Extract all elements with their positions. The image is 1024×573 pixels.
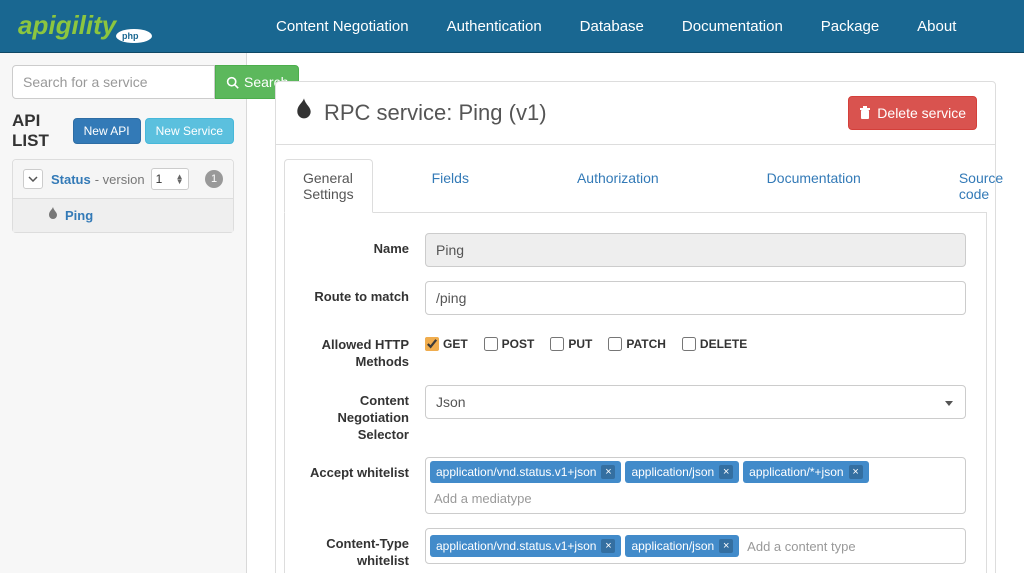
api-version-label: - version xyxy=(95,172,145,187)
nav-database[interactable]: Database xyxy=(580,18,644,35)
method-get-checkbox[interactable] xyxy=(425,337,439,351)
ct-tag: application/json× xyxy=(625,535,739,557)
accept-tag: application/*+json× xyxy=(743,461,868,483)
flame-icon xyxy=(294,98,314,128)
api-name: Status xyxy=(51,172,91,187)
name-label: Name xyxy=(305,233,425,267)
cns-select[interactable]: Json xyxy=(425,385,966,419)
name-input[interactable] xyxy=(425,233,966,267)
version-value: 1 xyxy=(156,172,163,186)
trash-icon xyxy=(859,106,871,120)
method-post[interactable]: POST xyxy=(484,337,535,351)
chevron-down-icon xyxy=(28,176,38,182)
methods-label: Allowed HTTP Methods xyxy=(305,329,425,371)
page-title: RPC service: Ping (v1) xyxy=(294,98,547,128)
new-service-button[interactable]: New Service xyxy=(145,118,234,144)
route-label: Route to match xyxy=(305,281,425,315)
method-put[interactable]: PUT xyxy=(550,337,592,351)
route-input[interactable] xyxy=(425,281,966,315)
ct-tag: application/vnd.status.v1+json× xyxy=(430,535,621,557)
accept-label: Accept whitelist xyxy=(305,457,425,514)
accept-tag: application/json× xyxy=(625,461,739,483)
ct-label: Content-Type whitelist xyxy=(305,528,425,570)
svg-text:php: php xyxy=(122,31,139,41)
tag-remove-icon[interactable]: × xyxy=(601,465,615,479)
main-panel: RPC service: Ping (v1) Delete service Ge… xyxy=(275,81,996,573)
svg-text:apigility: apigility xyxy=(18,10,118,40)
tag-remove-icon[interactable]: × xyxy=(849,465,863,479)
delete-service-button[interactable]: Delete service xyxy=(848,96,977,130)
tab-row: General Settings Fields Authorization Do… xyxy=(284,159,987,213)
delete-button-label: Delete service xyxy=(877,105,966,121)
collapse-toggle[interactable] xyxy=(23,169,43,189)
logo[interactable]: apigility php xyxy=(18,8,168,44)
method-delete-checkbox[interactable] xyxy=(682,337,696,351)
tab-documentation[interactable]: Documentation xyxy=(748,159,880,212)
nav-package[interactable]: Package xyxy=(821,18,879,35)
api-panel: Status - version 1 ▲▼ 1 Ping xyxy=(12,159,234,233)
method-get[interactable]: GET xyxy=(425,337,468,351)
nav-authentication[interactable]: Authentication xyxy=(447,18,542,35)
api-list-heading: API LIST xyxy=(12,111,73,151)
sidebar: Search API LIST New API New Service Stat… xyxy=(0,53,247,573)
search-icon xyxy=(226,76,239,89)
ct-add-input[interactable] xyxy=(743,535,961,558)
service-count-badge: 1 xyxy=(205,170,223,188)
nav-links: Content Negotiation Authentication Datab… xyxy=(276,18,956,35)
nav-about[interactable]: About xyxy=(917,18,956,35)
tag-remove-icon[interactable]: × xyxy=(719,539,733,553)
method-patch-checkbox[interactable] xyxy=(608,337,622,351)
nav-content-negotiation[interactable]: Content Negotiation xyxy=(276,18,409,35)
method-patch[interactable]: PATCH xyxy=(608,337,666,351)
tag-remove-icon[interactable]: × xyxy=(719,465,733,479)
new-api-button[interactable]: New API xyxy=(73,118,141,144)
method-delete[interactable]: DELETE xyxy=(682,337,747,351)
tab-fields[interactable]: Fields xyxy=(413,159,488,212)
cns-label: Content Negotiation Selector xyxy=(305,385,425,444)
method-put-checkbox[interactable] xyxy=(550,337,564,351)
tab-content: Name Route to match Allowed HTTP Methods… xyxy=(284,213,987,573)
tab-authorization[interactable]: Authorization xyxy=(558,159,678,212)
content-type-whitelist-input[interactable]: application/vnd.status.v1+json× applicat… xyxy=(425,528,966,564)
tag-remove-icon[interactable]: × xyxy=(601,539,615,553)
stepper-arrows-icon: ▲▼ xyxy=(176,174,184,184)
api-panel-header[interactable]: Status - version 1 ▲▼ 1 xyxy=(13,160,233,199)
search-input[interactable] xyxy=(12,65,215,99)
flame-icon xyxy=(47,207,59,224)
accept-tag: application/vnd.status.v1+json× xyxy=(430,461,621,483)
top-navbar: apigility php Content Negotiation Authen… xyxy=(0,0,1024,53)
sidebar-item-label[interactable]: Ping xyxy=(65,208,93,223)
version-stepper[interactable]: 1 ▲▼ xyxy=(151,168,189,190)
nav-documentation[interactable]: Documentation xyxy=(682,18,783,35)
tab-general-settings[interactable]: General Settings xyxy=(284,159,373,213)
tab-source-code[interactable]: Source code xyxy=(940,159,1022,212)
sidebar-item-ping[interactable]: Ping xyxy=(13,199,233,232)
main-area: RPC service: Ping (v1) Delete service Ge… xyxy=(247,53,1024,573)
accept-add-input[interactable] xyxy=(430,487,961,510)
method-post-checkbox[interactable] xyxy=(484,337,498,351)
accept-whitelist-input[interactable]: application/vnd.status.v1+json× applicat… xyxy=(425,457,966,514)
